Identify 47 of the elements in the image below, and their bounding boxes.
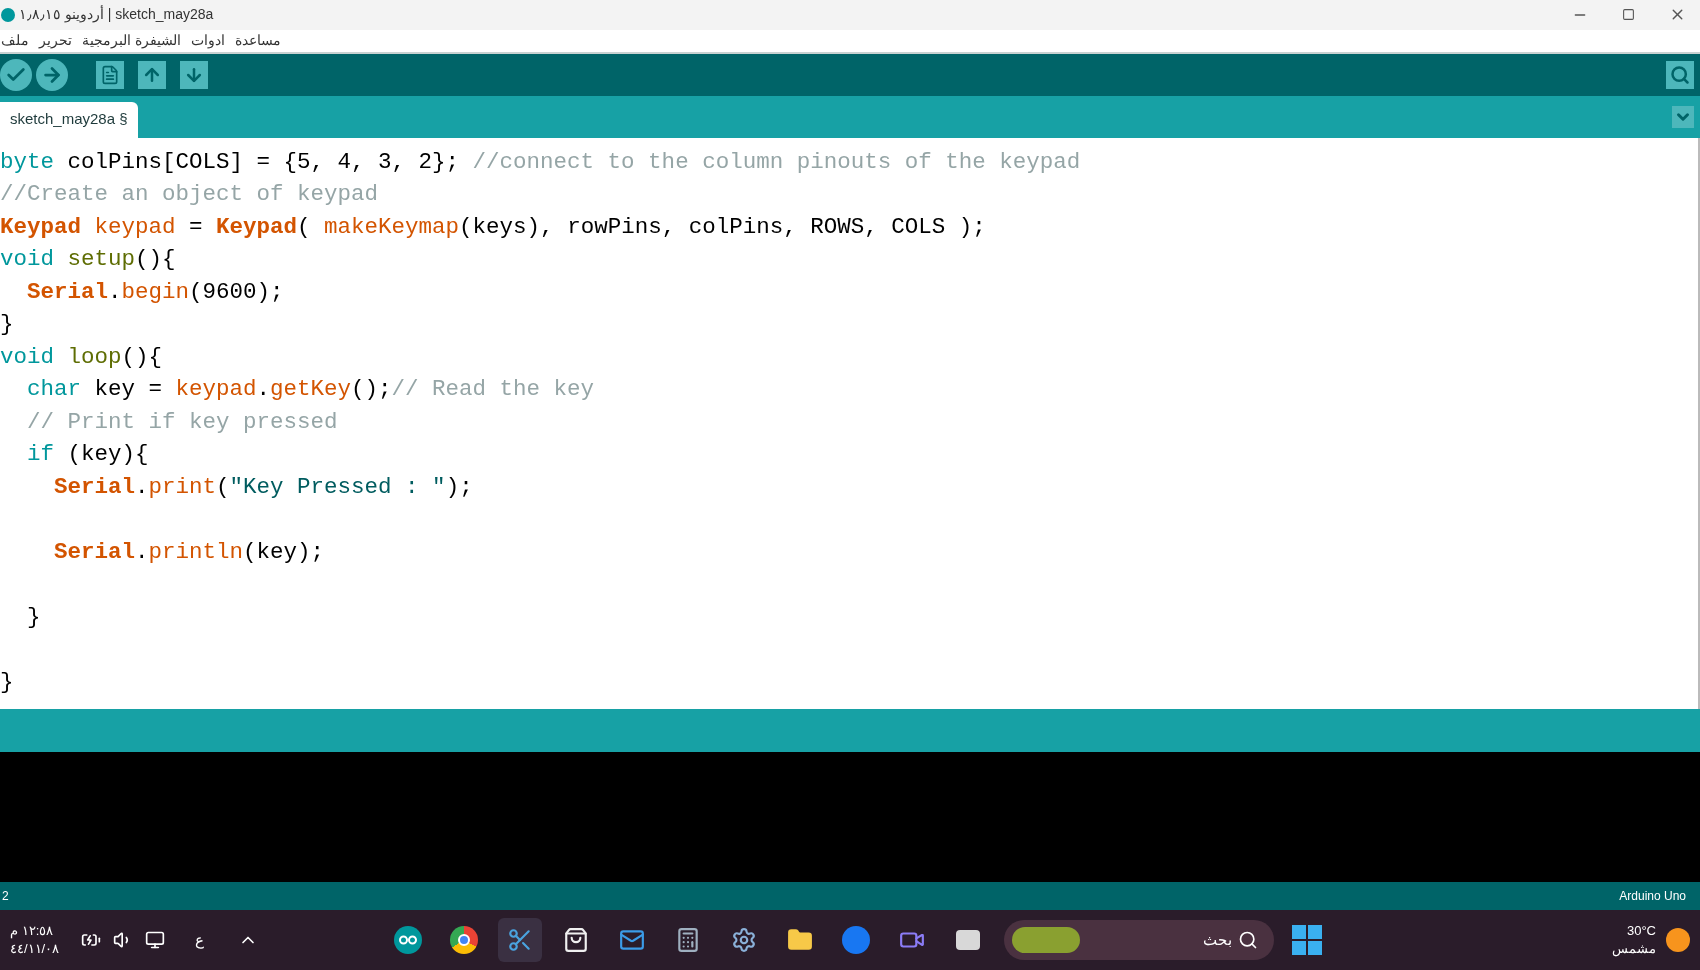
open-button[interactable]: [138, 60, 166, 89]
snipping-tool-icon[interactable]: [498, 918, 543, 963]
code-line: if (key){: [26, 441, 149, 468]
app-logo-icon: [1, 7, 15, 22]
menu-item[interactable]: مساعدة: [234, 30, 281, 52]
save-button[interactable]: [180, 60, 208, 89]
search-highlight-picture: [1012, 927, 1081, 954]
search-bar[interactable]: بحث: [1004, 920, 1275, 961]
menu-item[interactable]: تحرير: [39, 30, 72, 52]
code-line: Serial.println(key);: [53, 538, 325, 565]
code-line: Serial.begin(9600);: [26, 278, 284, 305]
search-field[interactable]: بحث: [1080, 928, 1233, 952]
maximize-icon[interactable]: [1622, 8, 1635, 22]
network-icon[interactable]: [145, 930, 166, 951]
new-button[interactable]: [96, 60, 124, 89]
weather-condition[interactable]: مشمس: [1612, 940, 1656, 959]
code-line: }: [0, 311, 14, 338]
tab-menu-button[interactable]: [1672, 105, 1694, 128]
board-name: Arduino Uno: [1619, 888, 1686, 906]
verify-button[interactable]: [0, 58, 32, 91]
language-indicator[interactable]: ع: [195, 928, 205, 952]
code-line: //Create an object of keypad: [0, 181, 379, 208]
document-icon: [100, 64, 120, 85]
line-number: 2: [2, 888, 9, 906]
search-icon: [1238, 930, 1259, 951]
code-line: }: [26, 603, 41, 630]
magnifier-icon: [1670, 64, 1690, 85]
code-line: // Print if key pressed: [26, 408, 338, 435]
clock-time[interactable]: ١٢:٥٨ م: [10, 922, 54, 941]
code-line: void loop(){: [0, 343, 163, 370]
serial-monitor-button[interactable]: [1666, 60, 1694, 89]
code-line: void setup(){: [0, 246, 176, 273]
menu-item[interactable]: الشيفرة البرمجية: [82, 30, 181, 52]
code-line: }: [0, 668, 14, 695]
code-line: Keypad keypad = Keypad( makeKeymap(keys), rowPins, colPins, ROWS, COLS );: [0, 213, 986, 240]
weather-temperature[interactable]: 30°C: [1626, 922, 1656, 941]
menu-item[interactable]: ادوات: [190, 30, 225, 52]
clock-date[interactable]: ٤٤/١١/٠٨: [10, 940, 60, 959]
start-button[interactable]: [1292, 925, 1323, 956]
code-line: Serial.print("Key Pressed : ");: [53, 473, 473, 500]
menu-item[interactable]: ملف: [1, 30, 29, 52]
code-line: byte colPins[COLS] = {5, 4, 3, 2}; //connect to the column pinouts of the keypad: [0, 148, 1081, 175]
code-line: char key = keypad.getKey();// Read the key: [26, 376, 595, 403]
sun-icon[interactable]: [1666, 928, 1690, 953]
upload-button[interactable]: [36, 58, 68, 91]
editor-tab[interactable]: sketch_may28a §: [0, 101, 138, 138]
window-title: أردوينو ١٫٨٫١٥ | sketch_may28a: [19, 4, 214, 25]
